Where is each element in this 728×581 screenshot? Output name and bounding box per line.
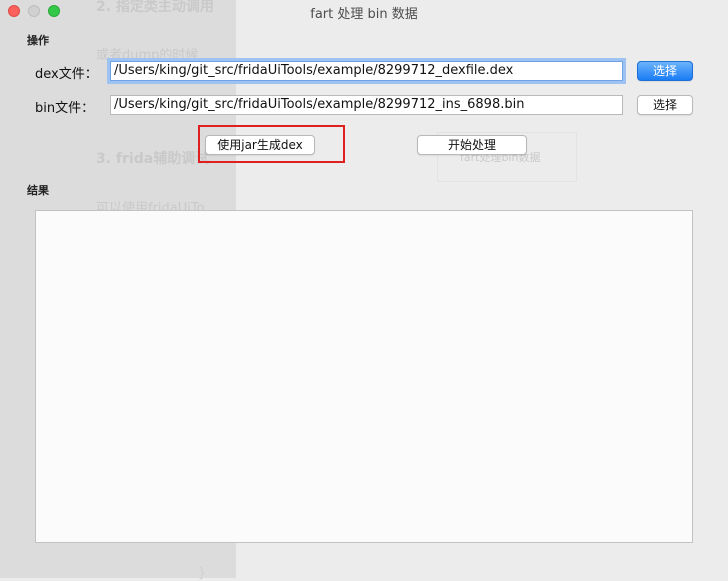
window-titlebar: fart 处理 bin 数据 xyxy=(0,0,728,22)
window-title: fart 处理 bin 数据 xyxy=(310,7,418,22)
annotation-highlight-box xyxy=(198,125,345,163)
dex-select-button[interactable]: 选择 xyxy=(637,61,693,81)
bin-file-path-field[interactable]: /Users/king/git_src/fridaUiTools/example… xyxy=(110,95,623,115)
results-text-area[interactable] xyxy=(35,210,693,543)
dex-file-path-field[interactable]: /Users/king/git_src/fridaUiTools/example… xyxy=(110,61,623,81)
bin-file-label: bin文件： xyxy=(35,101,95,116)
bg-heading-3: 3. frida辅助调试 xyxy=(96,151,210,167)
bin-select-button[interactable]: 选择 xyxy=(637,95,693,115)
start-processing-button[interactable]: 开始处理 xyxy=(417,135,527,155)
results-section-label: 结果 xyxy=(27,184,49,197)
operations-section-label: 操作 xyxy=(27,34,49,47)
bg-code-6: } xyxy=(198,566,206,581)
dex-file-label: dex文件： xyxy=(35,67,98,82)
